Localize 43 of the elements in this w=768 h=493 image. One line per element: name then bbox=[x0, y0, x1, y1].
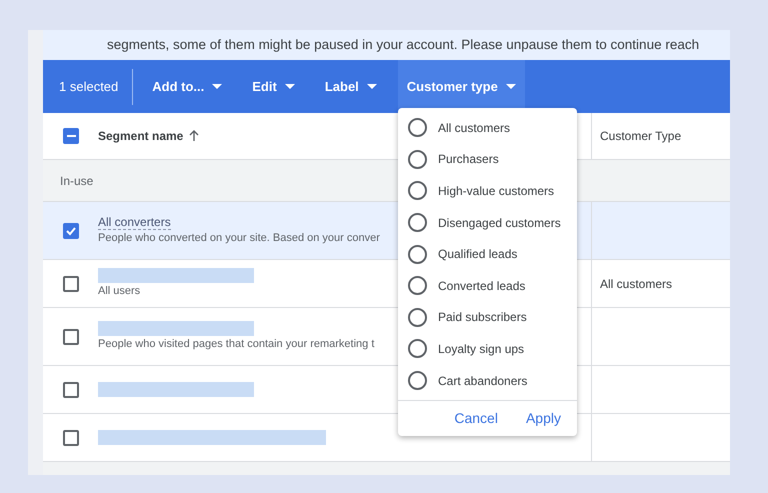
menu-option[interactable]: Converted leads bbox=[398, 270, 577, 302]
toolbar-menu-button[interactable]: Label bbox=[316, 60, 386, 113]
toolbar-menu-button[interactable]: Edit bbox=[243, 60, 304, 113]
segment-name[interactable]: All converters bbox=[98, 215, 171, 230]
checkmark-icon bbox=[65, 224, 77, 236]
menu-action-button[interactable]: Apply bbox=[526, 408, 561, 430]
radio-button[interactable] bbox=[408, 118, 427, 138]
radio-button[interactable] bbox=[408, 276, 427, 296]
caret-icon bbox=[212, 84, 222, 89]
group-label: In-use bbox=[60, 172, 94, 190]
caret-icon bbox=[284, 84, 295, 89]
column-header: Customer Type bbox=[600, 128, 682, 145]
notice-text: segments, some of them might be paused in your account. Please unpause them to continue reach bbox=[107, 36, 700, 54]
checkbox[interactable] bbox=[63, 276, 79, 292]
dash-icon bbox=[66, 135, 76, 137]
checkbox[interactable] bbox=[63, 382, 79, 398]
segment-description: People who visited pages that contain your remarketing t bbox=[98, 337, 374, 352]
radio-button[interactable] bbox=[408, 150, 427, 169]
menu-option[interactable]: Cart abandoners bbox=[398, 364, 577, 396]
menu-action-button[interactable]: Cancel bbox=[454, 408, 498, 430]
radio-button[interactable] bbox=[408, 308, 427, 327]
segment-description: All users bbox=[98, 284, 142, 299]
checkbox[interactable] bbox=[63, 430, 79, 446]
radio-button[interactable] bbox=[408, 213, 427, 232]
menu-option[interactable]: Disengaged customers bbox=[398, 206, 577, 238]
radio-button[interactable] bbox=[408, 339, 427, 358]
segment-description: People who converted on your site. Based on your conver bbox=[98, 231, 380, 246]
menu-option[interactable]: Purchasers bbox=[398, 144, 577, 176]
column-header[interactable]: Segment name bbox=[98, 127, 200, 145]
checkbox[interactable] bbox=[63, 328, 79, 344]
toolbar-menu-button[interactable]: Customer type bbox=[398, 60, 525, 113]
radio-button[interactable] bbox=[408, 371, 427, 390]
menu-option[interactable]: Loyalty sign ups bbox=[398, 333, 577, 365]
radio-button[interactable] bbox=[408, 244, 427, 264]
toolbar-menu-button[interactable]: Add to... bbox=[143, 60, 232, 113]
radio-button[interactable] bbox=[408, 181, 427, 200]
caret-icon bbox=[366, 84, 377, 89]
selection-count: 1 selected bbox=[58, 78, 120, 96]
menu-option[interactable]: All customers bbox=[398, 112, 577, 144]
table-cell-text: All customers bbox=[600, 276, 672, 292]
checkbox[interactable] bbox=[63, 128, 79, 144]
caret-icon bbox=[506, 84, 516, 89]
checkbox[interactable] bbox=[63, 222, 79, 238]
